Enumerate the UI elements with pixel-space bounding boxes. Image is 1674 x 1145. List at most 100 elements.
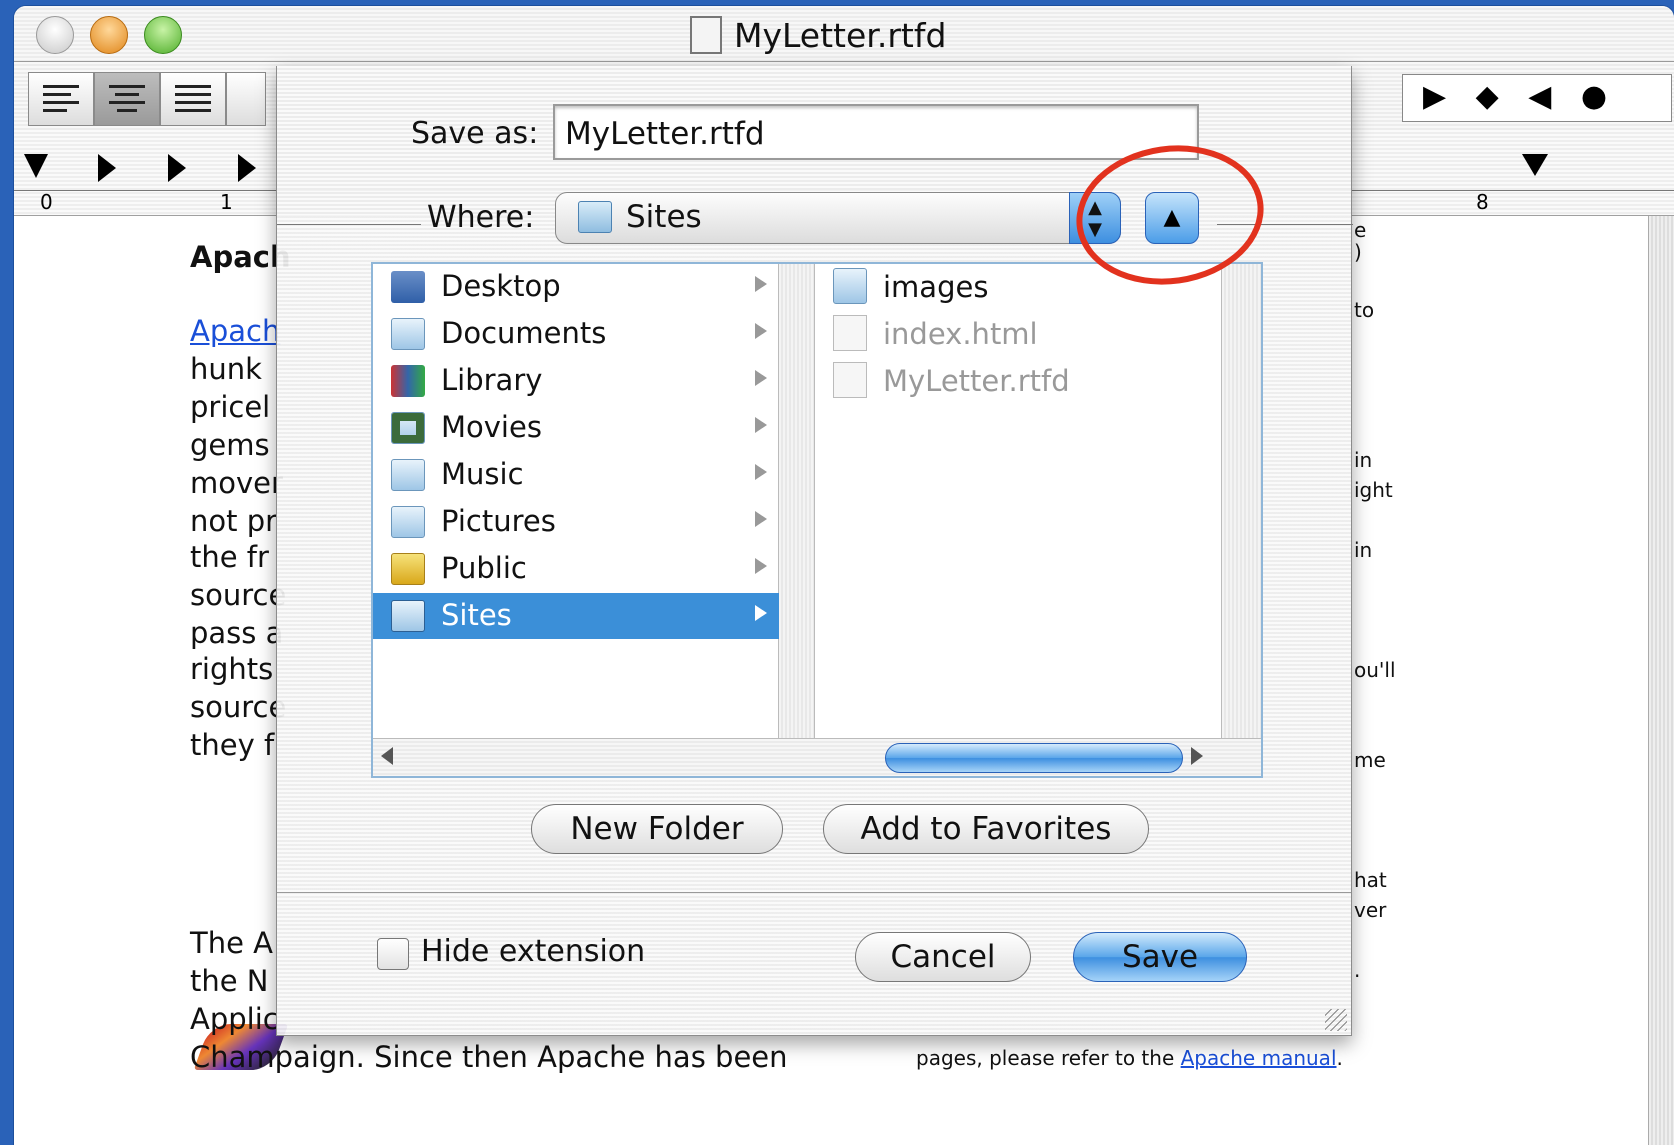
tab-stop-icon[interactable] [168,154,186,182]
title-bar: MyLetter.rtfd [14,6,1674,62]
hide-extension-checkbox[interactable] [377,938,409,970]
chevron-right-icon [755,605,767,621]
doc-line: pricel [190,390,271,424]
window-title: MyLetter.rtfd [734,16,947,55]
save-as-field[interactable]: MyLetter.rtfd [553,104,1199,160]
align-left-button[interactable] [28,72,94,126]
browser-column-1: Desktop Documents Library Movies Music P… [373,264,779,738]
browser-item-movies[interactable]: Movies [373,405,779,451]
doc-line: gems [190,428,270,462]
item-label: images [883,270,989,304]
align-center-button[interactable] [94,72,160,126]
right-margin-marker-icon[interactable] [1522,154,1548,176]
doc-line: rights [190,652,274,686]
browser-item-desktop[interactable]: Desktop [373,264,779,310]
browser-item-public[interactable]: Public [373,546,779,592]
chevron-right-icon [755,276,767,292]
ruler-number: 8 [1476,190,1489,214]
window: MyLetter.rtfd ▶ ◆ ◀ ● 0 1 8 Apach Apach … [14,6,1674,1145]
scroll-right-icon[interactable] [1191,747,1203,765]
doc-right-fragment: to [1354,298,1375,322]
doc-right-fragment: ou'll [1354,658,1396,682]
browser-item-sites[interactable]: Sites [373,593,779,639]
doc-line: pass a [190,616,284,650]
item-label: Documents [441,316,607,350]
item-label: Library [441,363,543,397]
chevron-right-icon [755,511,767,527]
desktop-folder-icon [391,271,425,303]
scroll-left-icon[interactable] [381,747,393,765]
doc-right-fragment: ight [1354,478,1393,502]
item-label: Pictures [441,504,556,538]
browser-item-myletter: MyLetter.rtfd [817,358,1221,404]
separator-left [277,224,421,225]
doc-link[interactable]: Apach [190,314,280,348]
minimize-light-icon[interactable] [90,16,128,54]
tab-stop-icon[interactable] [98,154,116,182]
folder-icon [578,201,612,233]
align-justify-button[interactable] [160,72,226,126]
doc-right-fragment: in [1354,538,1373,562]
column-2-scrollbar[interactable] [1221,264,1261,738]
doc-right-fragment: in [1354,448,1373,472]
column-1-scrollbar[interactable] [779,264,815,738]
doc-right-fragment: me [1354,748,1386,772]
file-browser[interactable]: Desktop Documents Library Movies Music P… [371,262,1263,778]
add-to-favorites-button[interactable]: Add to Favorites [823,804,1149,854]
public-folder-icon [391,553,425,585]
tab-stop-icon[interactable] [238,154,256,182]
folder-icon [833,268,867,304]
where-label: Where: [427,200,535,235]
save-as-label: Save as: [411,116,539,151]
html-file-icon [833,315,867,351]
browser-column-2: images index.html MyLetter.rtfd [817,264,1221,738]
music-folder-icon [391,459,425,491]
scroll-thumb[interactable] [885,743,1183,773]
first-indent-marker-icon[interactable] [24,154,48,178]
item-label: Public [441,551,527,585]
align-right-button[interactable] [226,72,266,126]
doc-line: hunk [190,352,262,386]
tab-style-selector[interactable]: ▶ ◆ ◀ ● [1402,74,1672,122]
cancel-button[interactable]: Cancel [855,932,1031,982]
hide-extension-label: Hide extension [421,934,646,969]
browser-item-documents[interactable]: Documents [373,311,779,357]
doc-line: source [190,690,287,724]
zoom-light-icon[interactable] [144,16,182,54]
chevron-right-icon [755,323,767,339]
doc-right-fragment: ) [1354,240,1362,264]
footer-text: pages, please refer to the [916,1046,1175,1070]
library-folder-icon [391,365,425,397]
dialog-separator [277,892,1351,893]
doc-line: source [190,578,287,612]
chevron-right-icon [755,464,767,480]
chevron-right-icon [755,370,767,386]
item-label: Desktop [441,269,561,303]
item-label: index.html [883,317,1038,351]
doc-line: the fr [190,540,269,574]
doc-line: the N [190,964,269,998]
browser-item-pictures[interactable]: Pictures [373,499,779,545]
item-label: MyLetter.rtfd [883,364,1070,398]
save-button[interactable]: Save [1073,932,1247,982]
browser-item-music[interactable]: Music [373,452,779,498]
close-light-icon[interactable] [36,16,74,54]
pictures-folder-icon [391,506,425,538]
where-popup[interactable]: Sites [555,192,1121,244]
doc-line: The A [190,926,273,960]
doc-line: Champaign. Since then Apache has been [190,1040,788,1074]
horizontal-scrollbar[interactable] [373,738,1261,776]
resize-grip-icon[interactable] [1325,1009,1347,1031]
item-label: Music [441,457,524,491]
browser-item-library[interactable]: Library [373,358,779,404]
doc-line: mover [190,466,283,500]
doc-right-fragment: e [1354,218,1367,242]
item-label: Movies [441,410,542,444]
new-folder-button[interactable]: New Folder [531,804,783,854]
ruler-number: 0 [40,190,53,214]
doc-line: not pr [190,504,278,538]
doc-right-fragment: ver [1354,898,1387,922]
doc-right-fragment: . [1354,958,1361,982]
document-scrollbar[interactable] [1648,216,1674,1145]
apache-manual-link[interactable]: Apache manual [1181,1046,1337,1070]
